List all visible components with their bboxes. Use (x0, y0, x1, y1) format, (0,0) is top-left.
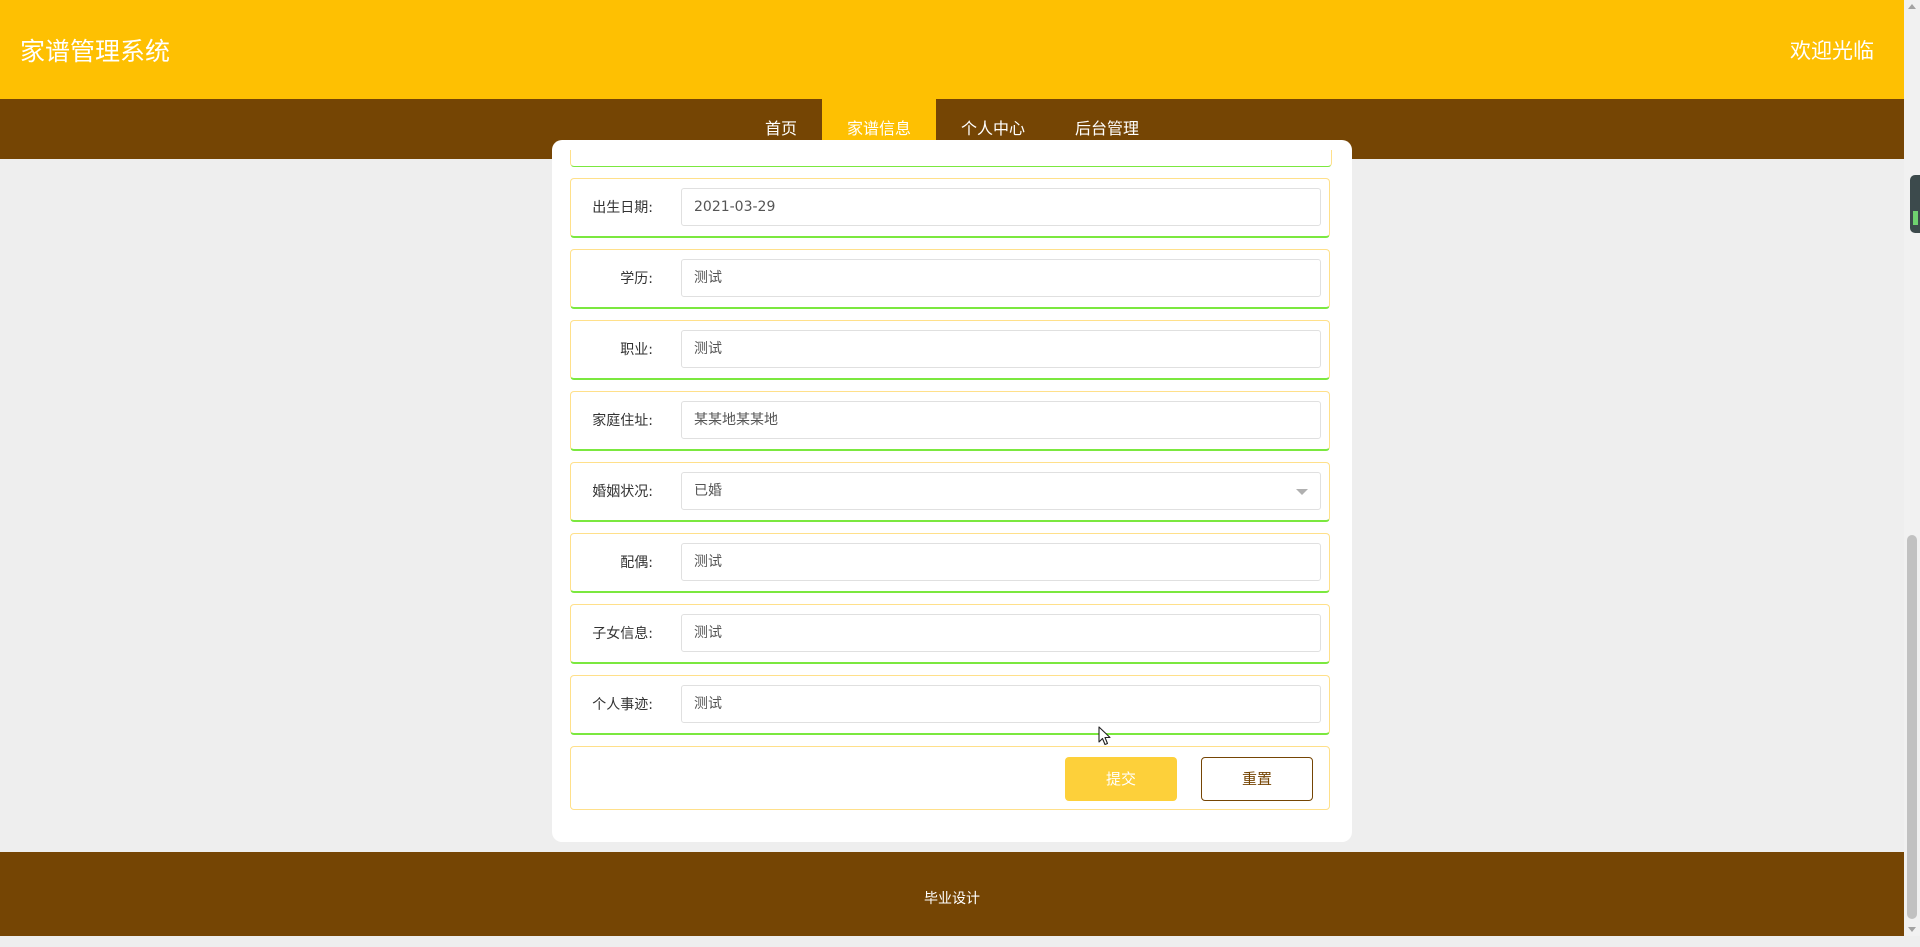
scrollbar-thumb[interactable] (1907, 535, 1917, 919)
birth-date-input[interactable]: 2021-03-29 (681, 188, 1321, 226)
mouse-cursor-icon (1098, 726, 1111, 746)
education-input[interactable]: 测试 (681, 259, 1321, 297)
form-row-education: 学历: 测试 (570, 249, 1330, 309)
form-actions: 提交 重置 (570, 746, 1330, 810)
marital-status-label: 婚姻状况: (592, 484, 653, 500)
footer-text: 毕业设计 (924, 891, 980, 907)
submit-button[interactable]: 提交 (1065, 757, 1177, 801)
form-row-partial (570, 150, 1332, 167)
marital-status-select[interactable]: 已婚 (681, 472, 1321, 510)
form-row-birth-date: 出生日期: 2021-03-29 (570, 178, 1330, 238)
reset-button[interactable]: 重置 (1201, 757, 1313, 801)
side-widget-tab[interactable] (1910, 175, 1920, 233)
children-label: 子女信息: (592, 626, 653, 642)
form-row-children: 子女信息: 测试 (570, 604, 1330, 664)
form-row-deeds: 个人事迹: 测试 (570, 675, 1330, 735)
form-row-occupation: 职业: 测试 (570, 320, 1330, 380)
form-row-spouse: 配偶: 测试 (570, 533, 1330, 593)
occupation-input[interactable]: 测试 (681, 330, 1321, 368)
side-widget-indicator-icon (1913, 211, 1918, 225)
page-scrollbar[interactable] (1904, 0, 1920, 936)
address-input[interactable]: 某某地某某地 (681, 401, 1321, 439)
spouse-label: 配偶: (620, 555, 653, 571)
welcome-text: 欢迎光临 (1790, 39, 1874, 63)
education-label: 学历: (620, 271, 653, 287)
birth-date-label: 出生日期: (592, 200, 653, 216)
footer: 毕业设计 (0, 852, 1904, 936)
occupation-label: 职业: (620, 342, 653, 358)
marital-status-value: 已婚 (694, 483, 722, 499)
top-header: 家谱管理系统 欢迎光临 (0, 0, 1904, 99)
deeds-label: 个人事迹: (592, 697, 653, 713)
deeds-input[interactable]: 测试 (681, 685, 1321, 723)
spouse-input[interactable]: 测试 (681, 543, 1321, 581)
scroll-down-arrow-icon[interactable] (1908, 927, 1916, 932)
children-input[interactable]: 测试 (681, 614, 1321, 652)
form-row-address: 家庭住址: 某某地某某地 (570, 391, 1330, 451)
form-row-marital-status: 婚姻状况: 已婚 (570, 462, 1330, 522)
address-label: 家庭住址: (592, 413, 653, 429)
app-title: 家谱管理系统 (20, 37, 171, 66)
scroll-up-arrow-icon[interactable] (1908, 4, 1916, 9)
dropdown-caret-icon (1296, 489, 1308, 495)
